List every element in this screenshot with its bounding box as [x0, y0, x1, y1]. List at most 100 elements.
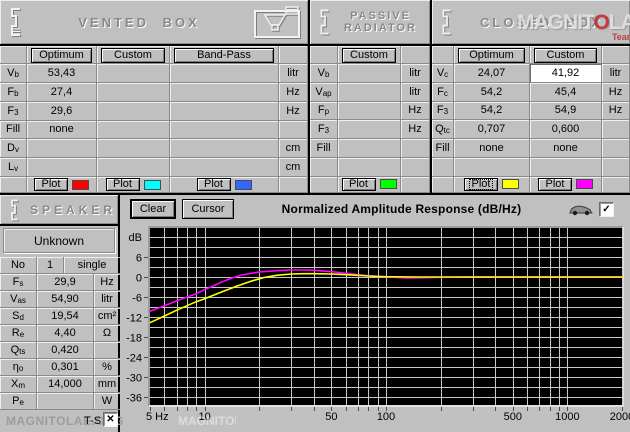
- svg-text:-30: -30: [126, 373, 142, 385]
- speaker-number[interactable]: 1: [37, 257, 64, 274]
- closed-optimum-button[interactable]: Optimum: [458, 47, 525, 63]
- param-label-pe: Pe: [0, 393, 37, 410]
- svg-text:6: 6: [136, 253, 142, 265]
- plot-button[interactable]: Plot: [105, 178, 140, 191]
- cursor-button[interactable]: Cursor: [182, 199, 234, 219]
- vented-optimum-button[interactable]: Optimum: [31, 47, 92, 63]
- param-value: 14,000: [37, 376, 94, 393]
- empty-cell: [432, 157, 454, 177]
- ts-checkbox[interactable]: ✕: [103, 412, 118, 427]
- vented-bandpass-button[interactable]: Band-Pass: [174, 47, 274, 63]
- speaker-in-box-icon: [11, 8, 20, 36]
- svg-text:-24: -24: [126, 353, 142, 365]
- param-label-fill: Fill: [310, 139, 338, 158]
- plot-button[interactable]: Plot: [341, 177, 376, 191]
- unit-label: Hz: [602, 82, 630, 102]
- no-label: No: [0, 257, 37, 274]
- param-label-fb: Fb: [0, 82, 27, 102]
- closed-box-title: CLOSED BOX: [480, 14, 603, 30]
- speaker-header: SPEAKER: [0, 195, 118, 226]
- unit-label: litr: [401, 82, 430, 102]
- table-row: ηo 0,301 %: [0, 359, 121, 376]
- passive-radiator-title: PASSIVE RADIATOR: [343, 10, 418, 34]
- check-icon: ✓: [602, 203, 611, 215]
- param-value: [97, 101, 170, 121]
- plot-button[interactable]: Plot: [196, 178, 231, 191]
- empty-cell: [401, 157, 430, 177]
- param-value: [97, 64, 170, 83]
- svg-text:1000: 1000: [555, 411, 579, 423]
- param-label-fill: Fill: [0, 120, 27, 140]
- param-value: 29,9: [37, 274, 94, 291]
- param-value: [97, 158, 170, 177]
- unit-label: litr: [94, 291, 121, 308]
- empty-cell: [454, 157, 530, 177]
- param-value: 24,07: [454, 64, 530, 83]
- unit-label: Hz: [279, 82, 308, 102]
- param-value: 54,2: [454, 101, 530, 121]
- table-row: Fs 29,9 Hz: [0, 274, 121, 291]
- speaker-icon: [11, 199, 18, 220]
- unit-label: cm: [279, 158, 308, 177]
- chart-checkbox[interactable]: ✓: [599, 202, 614, 217]
- param-label-vc: Vc: [432, 64, 454, 83]
- clear-button[interactable]: Clear: [130, 199, 176, 219]
- vented-box-title: VENTED BOX: [78, 14, 200, 30]
- vc-custom-input[interactable]: 41,92: [530, 64, 602, 83]
- vented-custom-button[interactable]: Custom: [101, 47, 165, 63]
- unit-label: litr: [279, 64, 308, 83]
- param-label-dv: Dv: [0, 139, 27, 159]
- application-window: VENTED BOX Optimum Custom Band-Pass Vb 5…: [0, 0, 630, 432]
- param-value: [170, 101, 279, 121]
- panel-divider: [308, 0, 310, 193]
- unit-label: Ω: [94, 325, 121, 342]
- car-icon[interactable]: [568, 203, 594, 216]
- svg-text:100: 100: [377, 411, 395, 423]
- plot-button[interactable]: Plot: [34, 178, 68, 191]
- vented-box-diagram-icon: [254, 6, 300, 38]
- param-value: [97, 82, 170, 102]
- plot-button[interactable]: Plot: [538, 177, 572, 191]
- plot-color-swatch: [72, 179, 89, 190]
- param-value: [170, 139, 279, 159]
- unit-label: [401, 139, 430, 158]
- param-label-sd: Sd: [0, 308, 37, 325]
- svg-text:-12: -12: [126, 313, 142, 325]
- empty-cell: [279, 46, 308, 64]
- unit-label: Hz: [602, 101, 630, 121]
- param-label-f3: F3: [432, 101, 454, 121]
- vented-box-header: VENTED BOX: [0, 0, 308, 46]
- param-value: [27, 139, 97, 159]
- speaker-config[interactable]: single: [64, 257, 121, 274]
- unit-label: cm: [279, 139, 308, 159]
- vented-box-panel: VENTED BOX Optimum Custom Band-Pass Vb 5…: [0, 0, 308, 193]
- param-label-qtc: Qtc: [432, 120, 454, 140]
- empty-cell: [279, 177, 308, 193]
- param-label-fc: Fc: [432, 82, 454, 102]
- param-value: [338, 139, 401, 158]
- param-label-f3: F3: [0, 101, 27, 121]
- svg-text:-36: -36: [126, 393, 142, 405]
- empty-cell: [432, 46, 454, 64]
- passive-custom-button[interactable]: Custom: [342, 47, 396, 63]
- param-value: 0,301: [37, 359, 94, 376]
- plot-button-focused[interactable]: Plot: [464, 177, 498, 191]
- unit-label: Hz: [401, 120, 430, 140]
- plot-color-swatch: [379, 179, 397, 190]
- table-row: Qts 0,420: [0, 342, 121, 359]
- param-value: 54,2: [454, 82, 530, 102]
- svg-text:2000: 2000: [610, 411, 630, 423]
- unit-label: Hz: [279, 101, 308, 121]
- empty-cell: [310, 157, 338, 177]
- empty-cell: [0, 46, 27, 64]
- svg-text:dB: dB: [129, 232, 142, 244]
- speaker-name[interactable]: Unknown: [3, 228, 115, 253]
- param-label-re: Re: [0, 325, 37, 342]
- closed-custom-button[interactable]: Custom: [534, 47, 597, 63]
- param-value: [170, 82, 279, 102]
- unit-label: [94, 342, 121, 359]
- empty-cell: [338, 157, 401, 177]
- param-value: 54,9: [530, 101, 602, 121]
- param-value: [27, 158, 97, 177]
- closed-box-header: CLOSED BOX: [432, 0, 630, 46]
